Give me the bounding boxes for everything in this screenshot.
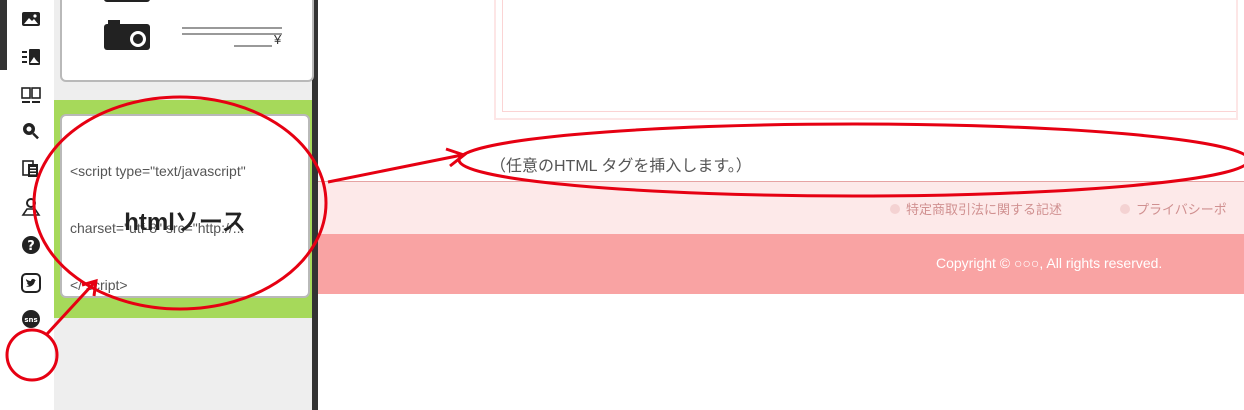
map-pin-icon[interactable] bbox=[20, 196, 42, 218]
content-area bbox=[494, 0, 1238, 120]
toolbar-active-indicator bbox=[0, 0, 7, 70]
camera-icon bbox=[104, 20, 150, 50]
code-line: <script type="text/javascript" bbox=[70, 163, 246, 179]
html-widget-label: htmlソース bbox=[124, 209, 246, 236]
left-toolbar: ? sns bbox=[0, 0, 54, 410]
html-insert-placeholder[interactable]: （任意のHTML タグを挿入します。） bbox=[490, 152, 752, 176]
image-icon[interactable] bbox=[20, 8, 42, 30]
html-widget-selected: <script type="text/javascript" charset="… bbox=[54, 100, 312, 318]
widget-panel: ¥ <script type="text/javascript" charset… bbox=[54, 0, 318, 410]
columns-icon[interactable] bbox=[20, 84, 42, 106]
svg-text:?: ? bbox=[27, 239, 35, 254]
footer-links-bar: 特定商取引法に関する記述 プライバシーポ bbox=[318, 182, 1244, 234]
photo-list-icon[interactable] bbox=[20, 46, 42, 68]
html-widget-card[interactable]: <script type="text/javascript" charset="… bbox=[60, 114, 310, 298]
footer-link-label: プライバシーポ bbox=[1136, 202, 1227, 217]
bullet-icon bbox=[890, 203, 900, 214]
twitter-icon[interactable] bbox=[20, 272, 42, 294]
bullet-icon bbox=[1120, 203, 1130, 214]
sns-icon[interactable]: sns bbox=[20, 308, 42, 330]
product-widget-card[interactable]: ¥ bbox=[60, 0, 314, 82]
code-line: </ script> bbox=[70, 277, 128, 293]
footer-link-privacy[interactable]: プライバシーポ bbox=[1120, 199, 1227, 218]
footer-link-label: 特定商取引法に関する記述 bbox=[906, 202, 1063, 217]
footer-link-tokushoho[interactable]: 特定商取引法に関する記述 bbox=[890, 199, 1062, 218]
page-preview: （任意のHTML タグを挿入します。） 特定商取引法に関する記述 プライバシーポ… bbox=[318, 0, 1244, 410]
document-icon[interactable] bbox=[20, 158, 42, 180]
copyright-text: Copyright © ○○○, All rights reserved. bbox=[936, 255, 1163, 271]
help-icon[interactable]: ? bbox=[20, 234, 42, 256]
price-yen-symbol: ¥ bbox=[274, 32, 282, 47]
sns-icon-label: sns bbox=[24, 316, 37, 324]
footer: Copyright © ○○○, All rights reserved. bbox=[318, 234, 1244, 294]
search-zoom-icon[interactable] bbox=[20, 120, 42, 142]
